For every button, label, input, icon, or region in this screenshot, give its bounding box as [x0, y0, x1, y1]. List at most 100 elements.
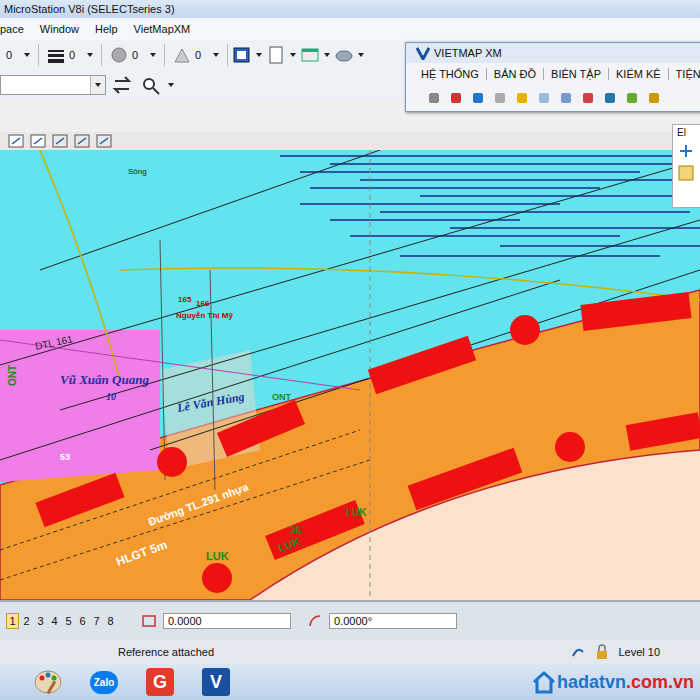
- element-icon[interactable]: [677, 164, 695, 182]
- tool-icon[interactable]: [514, 90, 530, 106]
- element-panel[interactable]: El: [672, 124, 700, 208]
- map-canvas[interactable]: Sông165166Nguyễn Thị MỹDTL 161Vũ Xuân Qu…: [0, 150, 700, 600]
- element-panel-title: El: [677, 127, 700, 138]
- microstation-button[interactable]: V: [198, 665, 234, 699]
- distance-field[interactable]: 0.0000: [163, 613, 291, 629]
- vietmap-menu-item[interactable]: BẢN ĐỒ: [487, 68, 544, 80]
- tool-icon[interactable]: [536, 90, 552, 106]
- map-label: 53: [60, 452, 70, 462]
- watermark-domain: .com.vn: [626, 672, 694, 693]
- attribute-dropdown[interactable]: 0: [169, 47, 223, 63]
- tool-icon[interactable]: [624, 90, 640, 106]
- view-tab[interactable]: 2: [20, 613, 33, 629]
- vietmap-toolbar: [406, 85, 700, 111]
- search-icon[interactable]: [140, 75, 162, 95]
- house-icon: [531, 669, 557, 695]
- zalo-logo: Zalo: [90, 671, 119, 694]
- menu-item[interactable]: Window: [38, 23, 81, 35]
- line-weight-icon: [47, 47, 65, 63]
- view-control-icon[interactable]: [74, 134, 90, 148]
- microstation-logo: V: [202, 668, 230, 696]
- road-edge-line: [0, 430, 360, 550]
- dropdown-arrow-icon[interactable]: [290, 53, 296, 57]
- contour-line: [280, 155, 690, 157]
- view-tab[interactable]: 3: [34, 613, 47, 629]
- dropdown-arrow-icon[interactable]: [168, 83, 174, 87]
- dropdown-arrow-icon: [24, 53, 30, 57]
- watermark: hadatvn.com.vn: [531, 669, 694, 695]
- attribute-dropdown[interactable]: 0: [43, 47, 97, 63]
- angle-field[interactable]: 0.0000°: [329, 613, 457, 629]
- tool-icon[interactable]: [470, 90, 486, 106]
- tool-icon[interactable]: [580, 90, 596, 106]
- attribute-dropdown[interactable]: 0: [106, 47, 160, 63]
- contour-line: [450, 227, 700, 229]
- contour-line: [300, 203, 560, 205]
- separator: [164, 44, 165, 66]
- document-icon[interactable]: [266, 46, 286, 64]
- microstation-window: MicroStation V8i (SELECTseries 3) paceWi…: [0, 0, 700, 700]
- grid-line: [150, 270, 700, 450]
- contour-line: [330, 219, 520, 221]
- view-control-icon[interactable]: [30, 134, 46, 148]
- map-label: 165: [178, 295, 192, 304]
- dropdown-arrow-icon[interactable]: [358, 53, 364, 57]
- view-tab[interactable]: 6: [76, 613, 89, 629]
- dropdown-arrow-icon[interactable]: [324, 53, 330, 57]
- table-icon[interactable]: [300, 46, 320, 64]
- g-app-button[interactable]: G: [142, 665, 178, 699]
- snap-icon[interactable]: [570, 644, 586, 660]
- zalo-button[interactable]: Zalo: [86, 665, 122, 699]
- vietmap-window[interactable]: VIETMAP XM HỆ THỐNGBẢN ĐỒBIÊN TẬPKIỂM KÊ…: [405, 42, 700, 112]
- combobox-button[interactable]: [90, 76, 105, 94]
- level-combobox[interactable]: [0, 75, 106, 95]
- menu-item[interactable]: VietMapXM: [132, 23, 193, 35]
- view-tab[interactable]: 5: [62, 613, 75, 629]
- tool-icon[interactable]: [602, 90, 618, 106]
- add-icon[interactable]: [677, 142, 695, 160]
- vietmap-menu-item[interactable]: TIỆN: [669, 68, 700, 80]
- map-label: ONT: [7, 365, 18, 386]
- contour-line: [400, 255, 660, 257]
- contour-line: [310, 187, 600, 189]
- tool-icon[interactable]: [448, 90, 464, 106]
- map-label: Lê Văn Hùng: [175, 389, 245, 415]
- menu-item[interactable]: pace: [0, 23, 26, 35]
- road-marker: [222, 412, 300, 445]
- view-tab[interactable]: 1: [6, 613, 19, 629]
- vietmap-menu-item[interactable]: BIÊN TẬP: [544, 68, 609, 80]
- cloud-icon[interactable]: [334, 46, 354, 64]
- menu-item[interactable]: Help: [93, 23, 120, 35]
- view-tab[interactable]: 8: [104, 613, 117, 629]
- lock-icon[interactable]: [594, 644, 610, 660]
- road-marker: [40, 485, 120, 515]
- tool-icon[interactable]: [558, 90, 574, 106]
- cube-icon[interactable]: [232, 46, 252, 64]
- view-control-icon[interactable]: [52, 134, 68, 148]
- swap-icon[interactable]: [112, 75, 134, 95]
- map-drawing[interactable]: Sông165166Nguyễn Thị MỹDTL 161Vũ Xuân Qu…: [0, 150, 700, 600]
- attribute-dropdown[interactable]: 0: [2, 49, 34, 61]
- contour-line: [380, 211, 690, 213]
- dropdown-arrow-icon[interactable]: [256, 53, 262, 57]
- vietmap-menu-item[interactable]: HỆ THỐNG: [414, 68, 487, 80]
- separator: [101, 44, 102, 66]
- vietmap-menu-item[interactable]: KIỂM KÊ: [609, 68, 669, 80]
- view-control-icon[interactable]: [96, 134, 112, 148]
- map-label: 36: [290, 525, 302, 536]
- tool-icon[interactable]: [646, 90, 662, 106]
- view-tab[interactable]: 4: [48, 613, 61, 629]
- view-control-icon[interactable]: [8, 134, 24, 148]
- view-toolbar: [0, 132, 700, 150]
- view-tab[interactable]: 7: [90, 613, 103, 629]
- map-label: Đường TL.291 nhựa: [147, 480, 252, 529]
- tool-icon[interactable]: [426, 90, 442, 106]
- separator: [227, 44, 228, 66]
- contour-line: [500, 245, 700, 247]
- map-label: DTL 161: [34, 333, 74, 352]
- attribute-value: 0: [6, 49, 20, 61]
- tool-icon[interactable]: [492, 90, 508, 106]
- residential-parcel: [0, 330, 160, 482]
- paint-button[interactable]: [30, 665, 66, 699]
- menu-bar: pace Window Help VietMapXM: [0, 18, 700, 40]
